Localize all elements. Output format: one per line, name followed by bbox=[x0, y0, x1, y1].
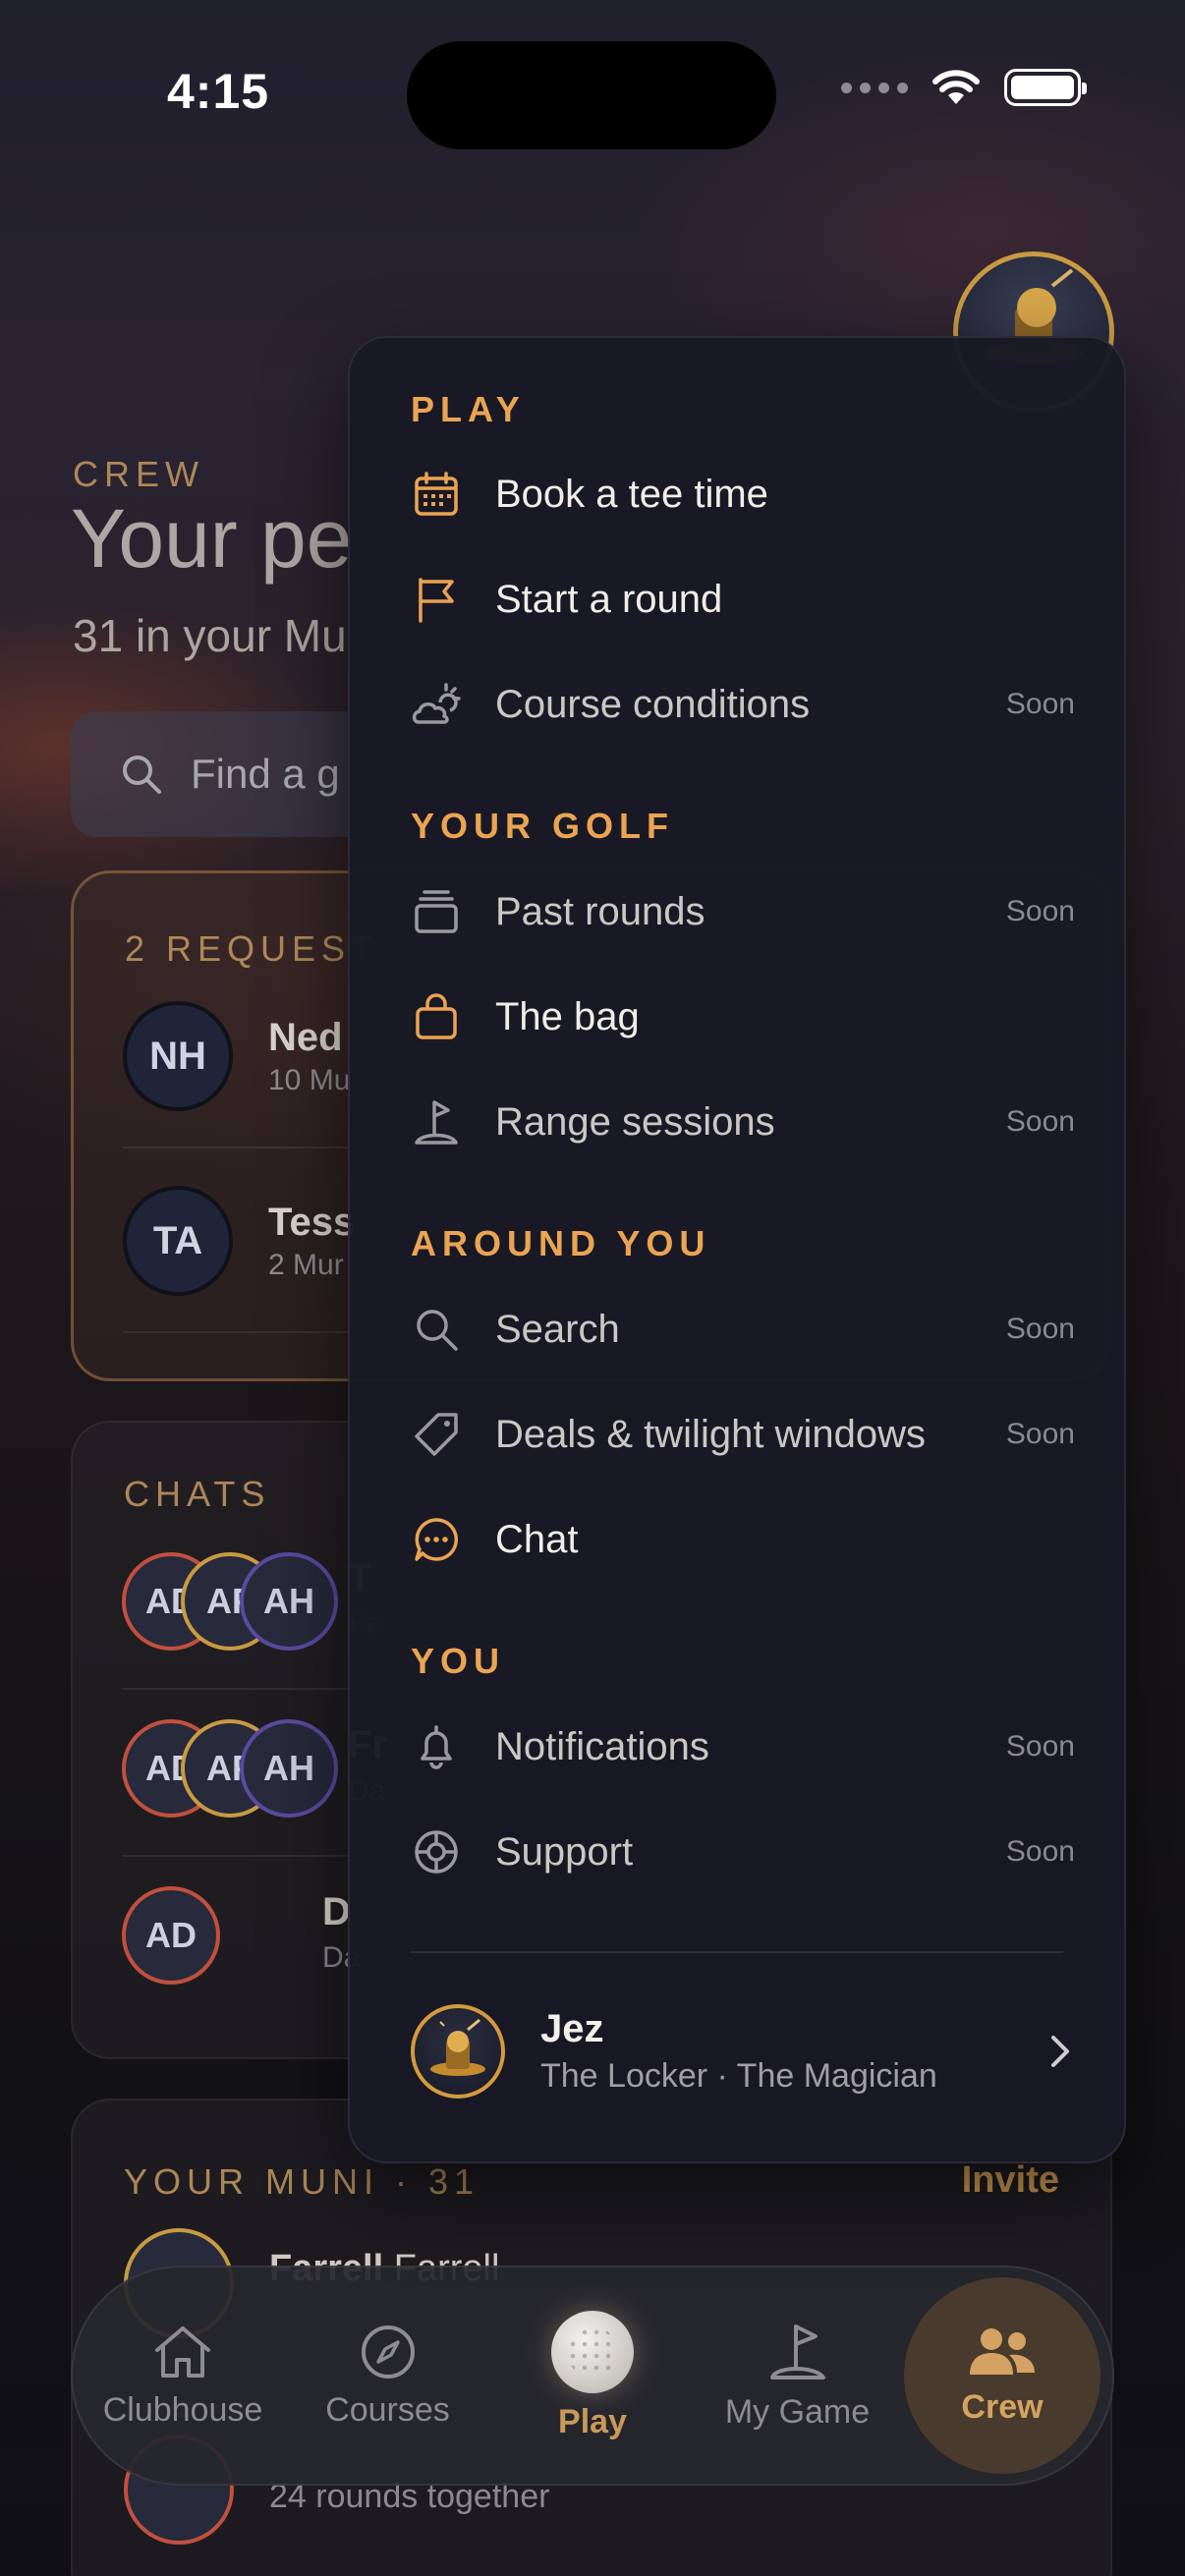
soon-badge: Soon bbox=[1005, 1313, 1075, 1345]
avatar: NH bbox=[123, 1001, 233, 1111]
wifi-icon bbox=[932, 70, 980, 104]
chat-bubble-icon bbox=[411, 1514, 462, 1565]
soon-badge: Soon bbox=[1005, 688, 1075, 720]
menu-item-label: The bag bbox=[495, 994, 640, 1038]
chat-row-avatars[interactable]: AD bbox=[122, 1886, 220, 1985]
dynamic-island bbox=[407, 41, 776, 149]
menu-item-label: Start a round bbox=[495, 577, 723, 621]
avatar: AH bbox=[240, 1719, 338, 1818]
magician-hat-icon bbox=[430, 2018, 485, 2076]
battery-icon bbox=[1004, 69, 1087, 106]
bell-icon bbox=[411, 1721, 462, 1772]
soon-badge: Soon bbox=[1005, 1105, 1075, 1138]
section-title-you: YOU bbox=[411, 1641, 506, 1681]
menu-item-label: Course conditions bbox=[495, 682, 811, 726]
page-title: Your pe bbox=[71, 492, 353, 585]
stack-icon bbox=[411, 886, 462, 937]
bag-icon bbox=[411, 991, 462, 1042]
soon-badge: Soon bbox=[1005, 1730, 1075, 1763]
tag-icon bbox=[411, 1409, 462, 1460]
menu-item-support[interactable]: Support Soon bbox=[411, 1808, 1075, 1896]
menu-item-notifications[interactable]: Notifications Soon bbox=[411, 1703, 1075, 1791]
people-icon bbox=[970, 2327, 1035, 2375]
request-sub: 10 Mu bbox=[268, 1063, 351, 1096]
menu-item-label: Search bbox=[495, 1307, 620, 1351]
soon-badge: Soon bbox=[1005, 1835, 1075, 1868]
chats-kicker: CHATS bbox=[124, 1474, 271, 1514]
menu-item-search[interactable]: Search Soon bbox=[411, 1285, 1075, 1373]
requests-kicker: 2 REQUEST bbox=[125, 928, 379, 969]
status-icons bbox=[841, 69, 1087, 106]
menu-item-deals[interactable]: Deals & twilight windows Soon bbox=[411, 1390, 1075, 1479]
calendar-icon bbox=[411, 469, 462, 520]
flag-icon bbox=[411, 574, 462, 625]
avatar bbox=[411, 2004, 505, 2099]
soon-badge: Soon bbox=[1005, 1418, 1075, 1450]
invite-button[interactable]: Invite bbox=[962, 2159, 1059, 2202]
tab-crew[interactable]: Crew bbox=[904, 2277, 1100, 2474]
page-kicker: CREW bbox=[73, 454, 204, 494]
menu-item-chat[interactable]: Chat bbox=[411, 1495, 1075, 1584]
menu-item-label: Range sessions bbox=[495, 1099, 775, 1144]
menu-item-label: Deals & twilight windows bbox=[495, 1412, 926, 1456]
profile-row[interactable]: Jez The Locker · The Magician bbox=[411, 2000, 1075, 2102]
house-icon bbox=[155, 2325, 210, 2378]
avatar: TA bbox=[123, 1186, 233, 1296]
section-title-around-you: AROUND YOU bbox=[411, 1223, 711, 1263]
muni-kicker: YOUR MUNI · 31 bbox=[124, 2161, 480, 2202]
menu-item-label: Past rounds bbox=[495, 889, 705, 933]
tab-courses[interactable]: Courses bbox=[290, 2277, 486, 2474]
profile-subtitle: The Locker · The Magician bbox=[540, 2057, 937, 2095]
menu-item-label: Chat bbox=[495, 1517, 579, 1561]
request-row[interactable]: NH Ned 10 Mu bbox=[123, 1001, 350, 1111]
tab-label: Courses bbox=[325, 2390, 450, 2429]
weather-icon bbox=[411, 679, 462, 730]
menu-item-past-rounds[interactable]: Past rounds Soon bbox=[411, 868, 1075, 956]
section-title-your-golf: YOUR GOLF bbox=[411, 806, 674, 846]
golf-flag-icon bbox=[769, 2324, 825, 2380]
golf-ball-icon bbox=[551, 2310, 634, 2393]
menu-item-label: Book a tee time bbox=[495, 472, 768, 516]
menu-item-label: Support bbox=[495, 1829, 634, 1874]
search-icon bbox=[123, 756, 161, 794]
search-placeholder: Find a g bbox=[191, 751, 340, 797]
request-sub: 2 Mur bbox=[268, 1248, 344, 1281]
tab-my-game[interactable]: My Game bbox=[700, 2277, 896, 2474]
tab-label: Crew bbox=[961, 2387, 1044, 2426]
profile-name: Jez bbox=[540, 2007, 604, 2050]
menu-item-range-sessions[interactable]: Range sessions Soon bbox=[411, 1078, 1075, 1166]
menu-item-start-round[interactable]: Start a round bbox=[411, 555, 1075, 644]
tab-clubhouse[interactable]: Clubhouse bbox=[85, 2277, 281, 2474]
compass-icon bbox=[361, 2324, 415, 2379]
soon-badge: Soon bbox=[1005, 895, 1075, 927]
tab-play[interactable]: Play bbox=[494, 2277, 691, 2474]
menu-item-label: Notifications bbox=[495, 1724, 709, 1768]
chat-row-avatars[interactable]: AD AF AH bbox=[122, 1719, 338, 1818]
request-name: Tess bbox=[268, 1200, 356, 1244]
chat-row-avatars[interactable]: AD AF AH bbox=[122, 1552, 338, 1651]
lifebuoy-icon bbox=[411, 1826, 462, 1877]
request-row[interactable]: TA Tess 2 Mur bbox=[123, 1186, 355, 1296]
avatar: AH bbox=[240, 1552, 338, 1651]
request-name: Ned bbox=[268, 1015, 343, 1059]
page-subtitle: 31 in your Mu bbox=[73, 610, 347, 661]
range-flag-icon bbox=[411, 1096, 462, 1148]
cellular-signal-icon bbox=[841, 82, 908, 93]
tab-label: Clubhouse bbox=[102, 2390, 263, 2429]
bottom-tab-bar: Clubhouse Courses Play My Game Crew bbox=[71, 2266, 1114, 2486]
tab-label: Play bbox=[558, 2402, 627, 2440]
menu-item-the-bag[interactable]: The bag bbox=[411, 973, 1075, 1061]
quick-menu-popover: PLAY Book a tee time Start a round Cours… bbox=[348, 336, 1126, 2163]
tab-label: My Game bbox=[724, 2392, 871, 2431]
chevron-right-icon bbox=[1051, 2036, 1069, 2067]
section-title-play: PLAY bbox=[411, 389, 526, 429]
menu-item-course-conditions[interactable]: Course conditions Soon bbox=[411, 660, 1075, 749]
search-icon bbox=[411, 1304, 462, 1355]
status-time: 4:15 bbox=[167, 64, 270, 119]
chat-name: D bbox=[322, 1890, 351, 1933]
menu-item-book-tee-time[interactable]: Book a tee time bbox=[411, 450, 1075, 538]
menu-divider bbox=[411, 1951, 1063, 1953]
avatar: AD bbox=[122, 1886, 220, 1985]
